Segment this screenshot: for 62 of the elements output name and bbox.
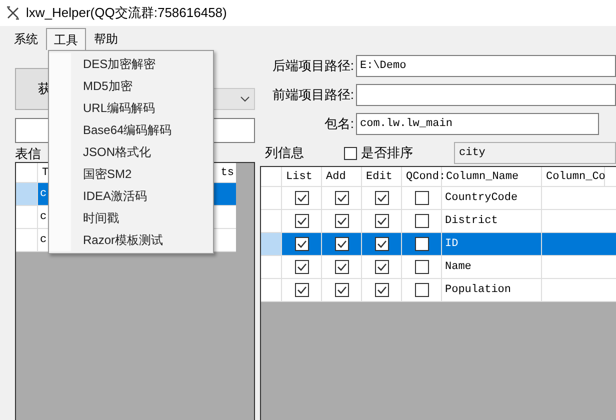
checkbox[interactable] [374,237,388,251]
checkbox[interactable] [334,237,348,251]
checkbox[interactable] [414,214,428,228]
sort-label: 是否排序 [361,144,413,162]
table-cell: Population [442,279,542,301]
table-info-label: 表信 [15,145,41,162]
table-cell: CountryCode [442,187,542,209]
table-row[interactable]: Population [261,279,616,302]
field-label: 后端项目路径: [271,57,355,76]
checkbox[interactable] [334,283,348,297]
input-field[interactable]: E:\Demo [356,55,616,77]
checkbox[interactable] [374,283,388,297]
window-title: lxw_Helper(QQ交流群:758616458) [26,4,227,22]
chevron-down-icon [240,96,250,102]
checkbox[interactable] [414,191,428,205]
table-cell: District [442,210,542,232]
menu-entry[interactable]: MD5加密 [71,75,213,97]
menu-entry[interactable]: DES加密解密 [71,53,213,75]
column-header: ts [220,166,235,181]
tools-icon [6,6,20,20]
menu-entry[interactable]: 时间戳 [71,207,213,229]
checkbox[interactable] [294,283,308,297]
field-label: 前端项目路径: [271,86,355,104]
field-label: 包名: [323,115,355,134]
column-header: List [282,167,322,186]
checkbox[interactable] [374,191,388,205]
checkbox[interactable] [334,191,348,205]
column-header: Edit [362,167,402,186]
menu-entry[interactable]: IDEA激活码 [71,185,213,207]
table-row[interactable]: Name [261,256,616,279]
column-header: Add [322,167,362,186]
table-row[interactable]: District [261,210,616,233]
column-header: QCond: [402,167,442,186]
column-header: Column_Name [442,167,542,186]
table-cell: ID [442,233,542,255]
input-field[interactable] [356,84,616,106]
menu-entry[interactable]: URL编码解码 [71,97,213,119]
menu-item[interactable]: 帮助 [86,28,126,50]
table-row[interactable]: ID [261,233,616,256]
table-name-field[interactable]: city [454,142,616,164]
checkbox[interactable] [334,260,348,274]
checkbox[interactable] [414,237,428,251]
checkbox[interactable] [294,260,308,274]
checkbox[interactable] [374,214,388,228]
checkbox[interactable] [414,283,428,297]
menu-item[interactable]: 系统 [6,28,46,50]
input-field[interactable]: com.lw.lw_main [356,113,599,135]
checkbox[interactable] [334,214,348,228]
menu-entry[interactable]: Razor模板测试 [71,229,213,251]
checkbox[interactable] [294,214,308,228]
table-row[interactable]: CountryCode [261,187,616,210]
checkbox[interactable] [414,260,428,274]
checkbox[interactable] [374,260,388,274]
sort-checkbox[interactable] [344,146,357,160]
table-cell: Name [442,256,542,278]
checkbox[interactable] [294,237,308,251]
column-info-label: 列信息 [264,144,305,162]
menu-item[interactable]: 工具 [46,28,86,50]
menu-entry[interactable]: JSON格式化 [71,141,213,163]
checkbox[interactable] [294,191,308,205]
menu-entry[interactable]: Base64编码解码 [71,119,213,141]
column-header: Column_Co [542,167,605,186]
